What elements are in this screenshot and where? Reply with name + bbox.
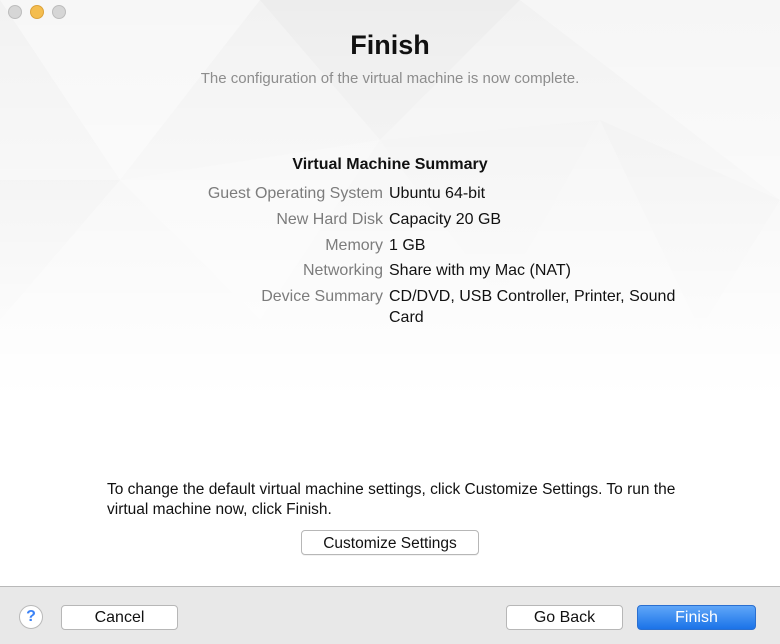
- summary-label: New Hard Disk: [276, 211, 383, 228]
- summary-value: Share with my Mac (NAT): [389, 262, 571, 279]
- minimize-window-button[interactable]: [30, 5, 44, 19]
- go-back-button[interactable]: Go Back: [506, 605, 623, 630]
- summary-value: 1 GB: [389, 237, 426, 254]
- summary-label: Guest Operating System: [207, 185, 383, 202]
- info-text: To change the default virtual machine se…: [107, 481, 676, 518]
- summary-value: Capacity 20 GB: [389, 211, 502, 228]
- summary-label: Memory: [325, 237, 383, 254]
- page-subtitle: The configuration of the virtual machine…: [200, 70, 580, 87]
- summary-value: Ubuntu 64-bit: [389, 185, 486, 202]
- summary-label: Networking: [302, 262, 383, 279]
- close-window-button[interactable]: [8, 5, 22, 19]
- help-icon[interactable]: ?: [19, 605, 43, 629]
- traffic-lights: [8, 5, 66, 19]
- cancel-button[interactable]: Cancel: [61, 605, 178, 630]
- summary-value: CD/DVD, USB Controller, Printer, Sound C…: [389, 288, 676, 326]
- summary-label: Device Summary: [261, 288, 383, 305]
- summary-heading: Virtual Machine Summary: [292, 156, 488, 173]
- finish-button[interactable]: Finish: [637, 605, 756, 630]
- customize-settings-button[interactable]: Customize Settings: [301, 530, 479, 555]
- page-title: Finish: [350, 30, 430, 60]
- setup-assistant-window: Finish The configuration of the virtual …: [0, 0, 780, 644]
- zoom-window-button[interactable]: [52, 5, 66, 19]
